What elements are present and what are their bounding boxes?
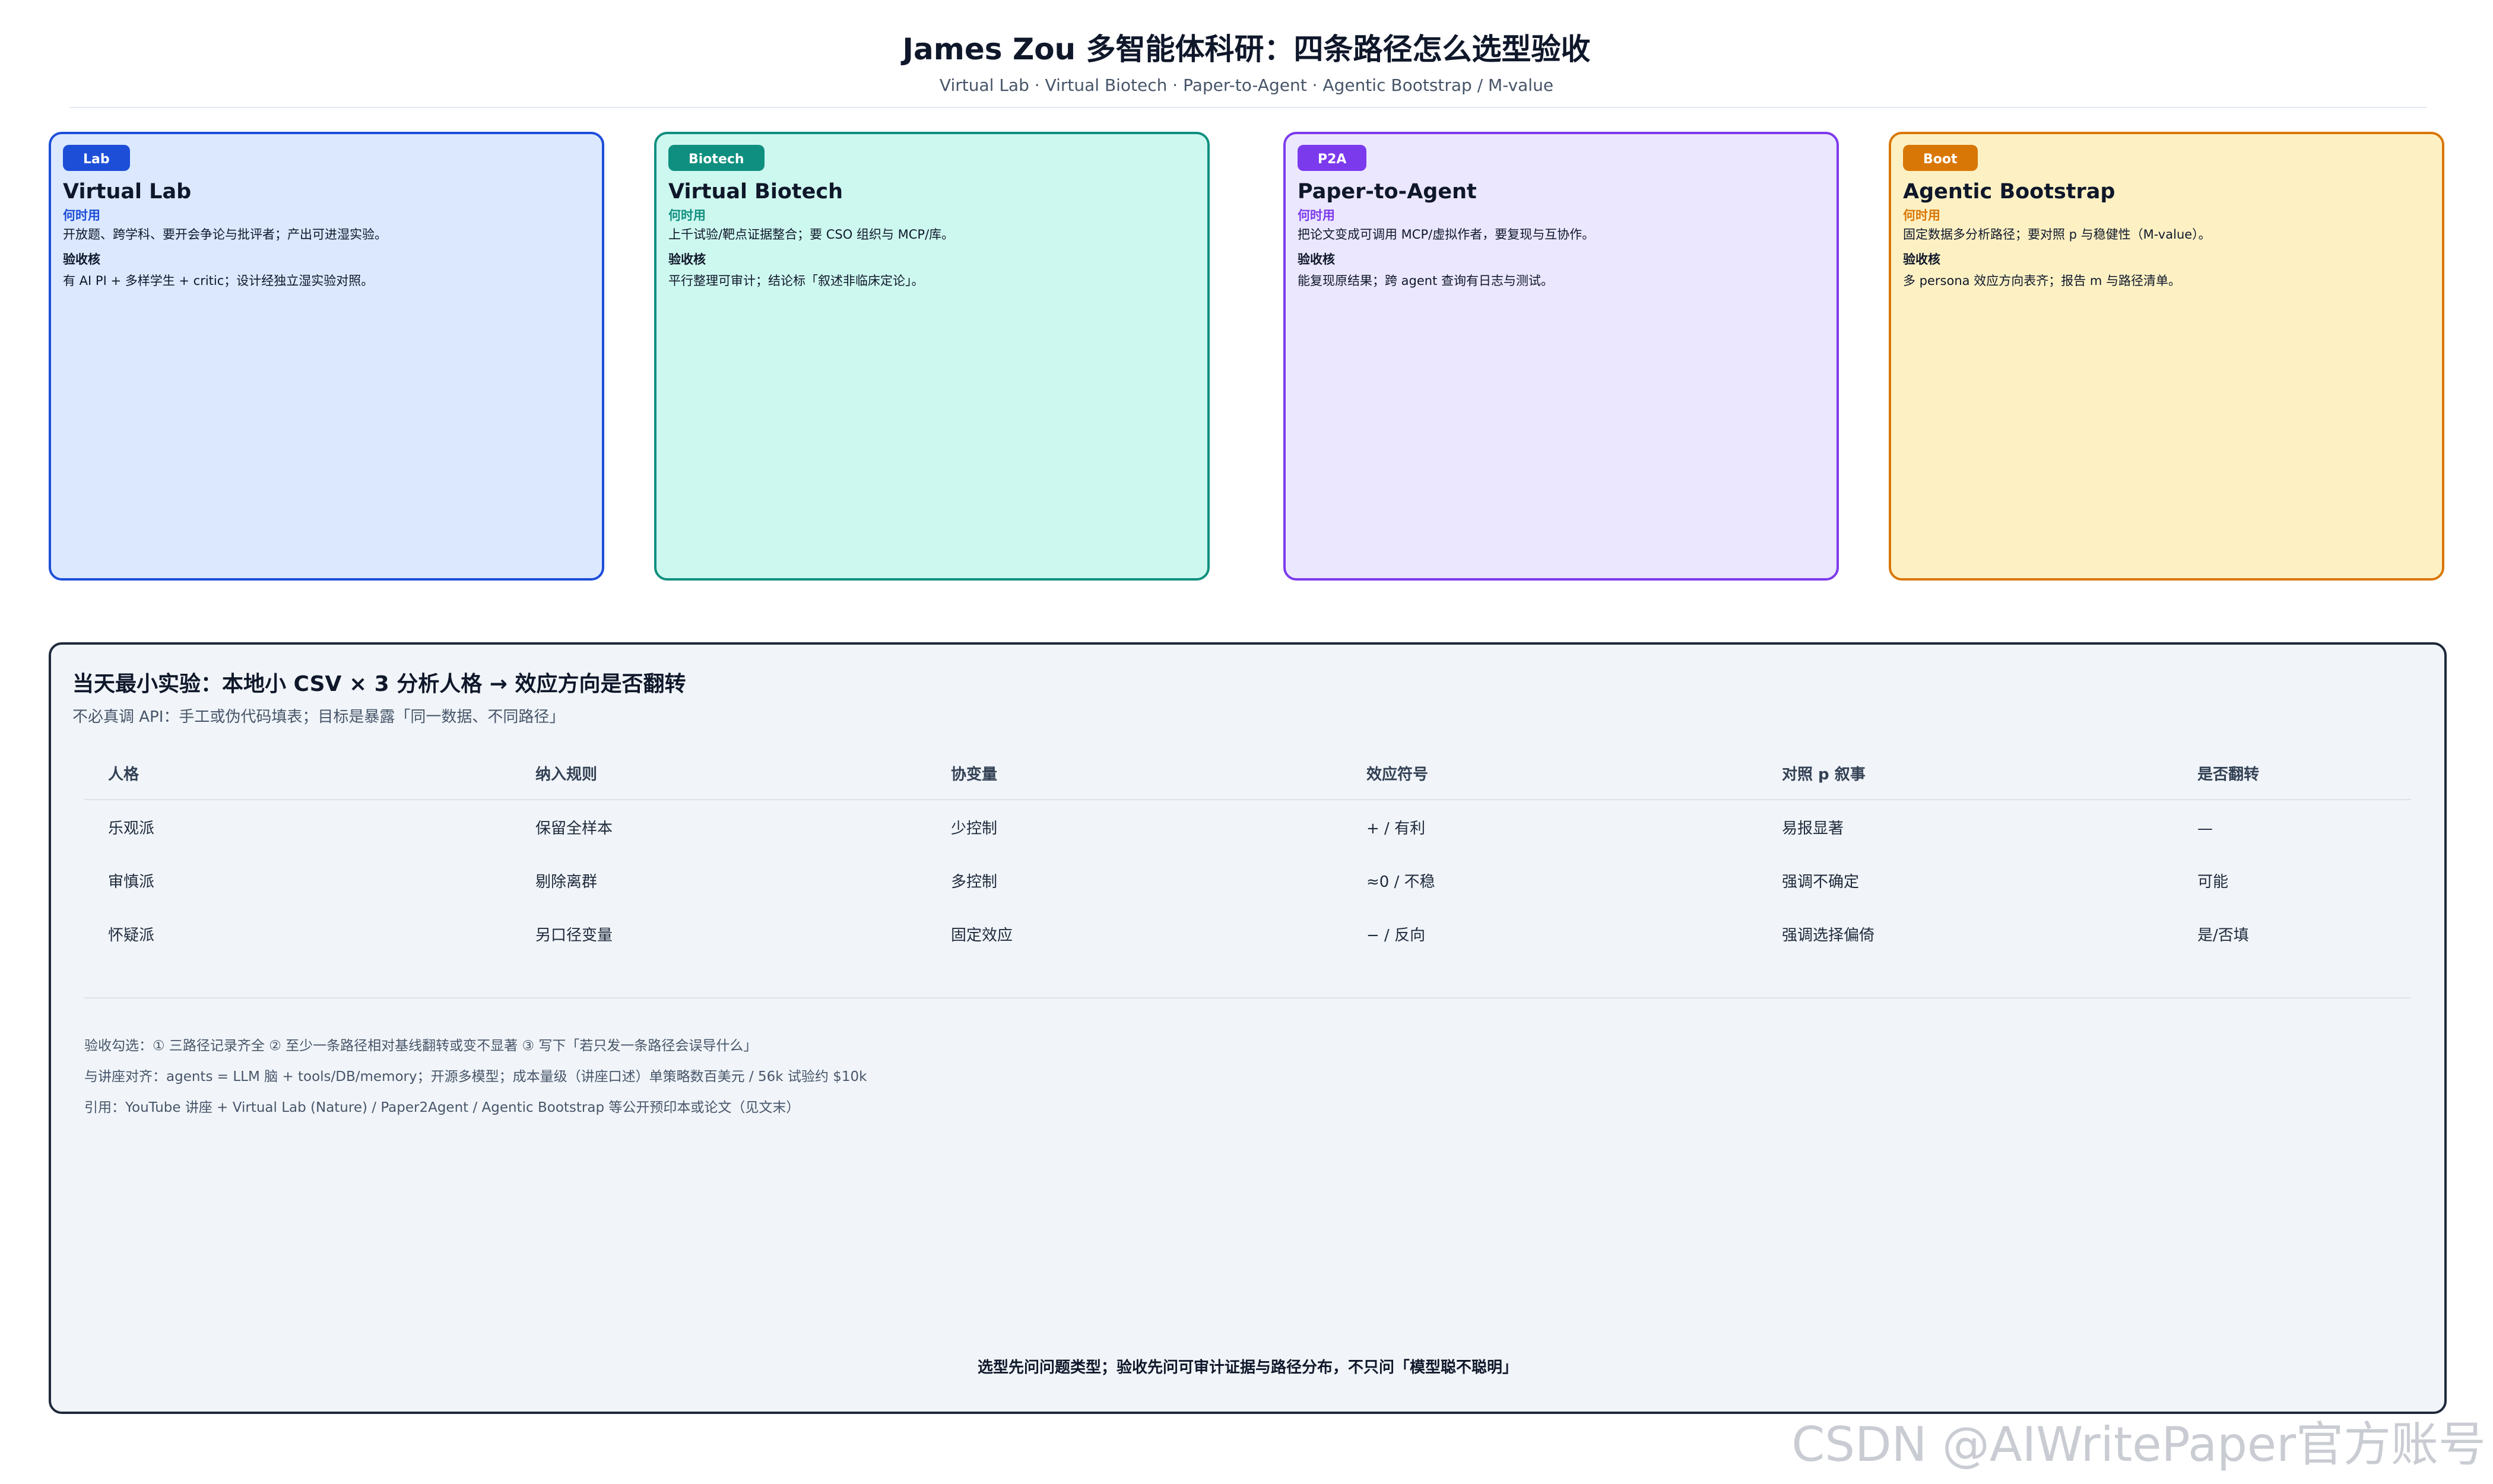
table-cell: 强调选择偏倚 — [1782, 927, 1875, 944]
table-cell: 可能 — [2197, 873, 2229, 891]
card-title: Virtual Lab — [63, 180, 192, 204]
table-cell: 保留全样本 — [535, 820, 613, 838]
table-cell: 强调不确定 — [1782, 873, 1860, 891]
table-cell: 怀疑派 — [108, 927, 155, 944]
note-alignment: 与讲座对齐：agents = LLM 脑 + tools/DB/memory；开… — [84, 1069, 867, 1085]
when-label: 何时用 — [1903, 208, 1940, 223]
table-cell: + / 有利 — [1366, 820, 1426, 838]
card-title: Virtual Biotech — [668, 180, 843, 204]
column-header: 人格 — [108, 766, 139, 784]
when-label: 何时用 — [1298, 208, 1335, 223]
page-header: James Zou 多智能体科研：四条路径怎么选型验收 Virtual Lab … — [0, 28, 2493, 97]
card-badge: Lab — [63, 145, 130, 171]
table-divider — [84, 997, 2411, 998]
card-badge: Boot — [1903, 145, 1978, 171]
when-text: 开放题、跨学科、要开会争论与批评者；产出可进湿实验。 — [63, 227, 387, 242]
column-header: 对照 p 叙事 — [1782, 766, 1866, 784]
table-body: 乐观派 保留全样本 少控制 + / 有利 易报显著 — 审慎派 剔除离群 多控制… — [84, 800, 2411, 960]
panel-title: 当天最小实验：本地小 CSV × 3 分析人格 → 效应方向是否翻转 — [72, 672, 686, 696]
table-cell: 审慎派 — [108, 873, 155, 891]
table-cell: − / 反向 — [1366, 927, 1426, 944]
check-label: 验收核 — [1903, 252, 1940, 267]
panel-subtitle: 不必真调 API：手工或伪代码填表；目标是暴露「同一数据、不同路径」 — [72, 708, 565, 726]
table-cell: 剔除离群 — [535, 873, 598, 891]
card-title: Paper-to-Agent — [1298, 180, 1477, 204]
when-text: 上千试验/靶点证据整合；要 CSO 组织与 MCP/库。 — [668, 227, 954, 242]
card-badge: Biotech — [668, 145, 765, 171]
table-cell: 是/否填 — [2197, 927, 2249, 944]
note-citation: 引用：YouTube 讲座 + Virtual Lab (Nature) / P… — [84, 1100, 800, 1115]
table-cell: 少控制 — [951, 820, 998, 838]
check-text: 能复现原结果；跨 agent 查询有日志与测试。 — [1298, 274, 1554, 288]
page-subtitle: Virtual Lab · Virtual Biotech · Paper-to… — [939, 75, 1554, 95]
table-cell: ≈0 / 不稳 — [1366, 873, 1435, 891]
persona-table: 人格 纳入规则 协变量 效应符号 对照 p 叙事 是否翻转 乐观派 保留全样本 … — [84, 750, 2411, 960]
table-cell: — — [2197, 820, 2213, 838]
column-header: 纳入规则 — [535, 766, 598, 784]
header-divider — [70, 107, 2427, 108]
card-badge: P2A — [1298, 145, 1367, 171]
table-cell: 易报显著 — [1782, 820, 1844, 838]
check-text: 多 persona 效应方向表齐；报告 m 与路径清单。 — [1903, 274, 2181, 288]
check-text: 有 AI PI + 多样学生 + critic；设计经独立湿实验对照。 — [63, 274, 374, 288]
page-title: James Zou 多智能体科研：四条路径怎么选型验收 — [902, 32, 1591, 66]
table-cell: 固定效应 — [951, 927, 1013, 944]
panel-footer: 选型先问问题类型；验收先问可审计证据与路径分布，不只问「模型聪不聪明」 — [977, 1359, 1518, 1377]
table-cell: 多控制 — [951, 873, 998, 891]
card-paper-to-agent: P2A Paper-to-Agent 何时用 把论文变成可调用 MCP/虚拟作者… — [1283, 132, 1839, 581]
card-virtual-biotech: Biotech Virtual Biotech 何时用 上千试验/靶点证据整合；… — [654, 132, 1210, 581]
card-title: Agentic Bootstrap — [1903, 180, 2115, 204]
acceptance-notes: 验收勾选：① 三路径记录齐全 ② 至少一条路径相对基线翻转或变不显著 ③ 写下「… — [84, 1030, 2399, 1123]
when-label: 何时用 — [668, 208, 706, 223]
watermark: CSDN @AIWritePaper官方账号 — [1791, 1417, 2486, 1472]
table-row: 乐观派 保留全样本 少控制 + / 有利 易报显著 — — [84, 800, 2411, 854]
column-header: 效应符号 — [1366, 766, 1429, 784]
note-checklist: 验收勾选：① 三路径记录齐全 ② 至少一条路径相对基线翻转或变不显著 ③ 写下「… — [84, 1038, 757, 1054]
when-text: 固定数据多分析路径；要对照 p 与稳健性（M-value）。 — [1903, 227, 2211, 242]
column-header: 协变量 — [951, 766, 998, 784]
column-header: 是否翻转 — [2197, 766, 2260, 784]
when-label: 何时用 — [63, 208, 100, 223]
check-label: 验收核 — [63, 252, 100, 267]
when-text: 把论文变成可调用 MCP/虚拟作者，要复现与互协作。 — [1298, 227, 1595, 242]
check-label: 验收核 — [668, 252, 706, 267]
table-row: 怀疑派 另口径变量 固定效应 − / 反向 强调选择偏倚 是/否填 — [84, 907, 2411, 960]
experiment-panel: 当天最小实验：本地小 CSV × 3 分析人格 → 效应方向是否翻转 不必真调 … — [49, 642, 2447, 1414]
table-cell: 另口径变量 — [535, 927, 613, 944]
table-row: 审慎派 剔除离群 多控制 ≈0 / 不稳 强调不确定 可能 — [84, 854, 2411, 907]
card-virtual-lab: Lab Virtual Lab 何时用 开放题、跨学科、要开会争论与批评者；产出… — [49, 132, 604, 581]
table-cell: 乐观派 — [108, 820, 155, 838]
card-agentic-bootstrap: Boot Agentic Bootstrap 何时用 固定数据多分析路径；要对照… — [1889, 132, 2444, 581]
table-header-row: 人格 纳入规则 协变量 效应符号 对照 p 叙事 是否翻转 — [84, 750, 2411, 800]
check-label: 验收核 — [1298, 252, 1335, 267]
check-text: 平行整理可审计；结论标「叙述非临床定论」。 — [668, 274, 924, 288]
